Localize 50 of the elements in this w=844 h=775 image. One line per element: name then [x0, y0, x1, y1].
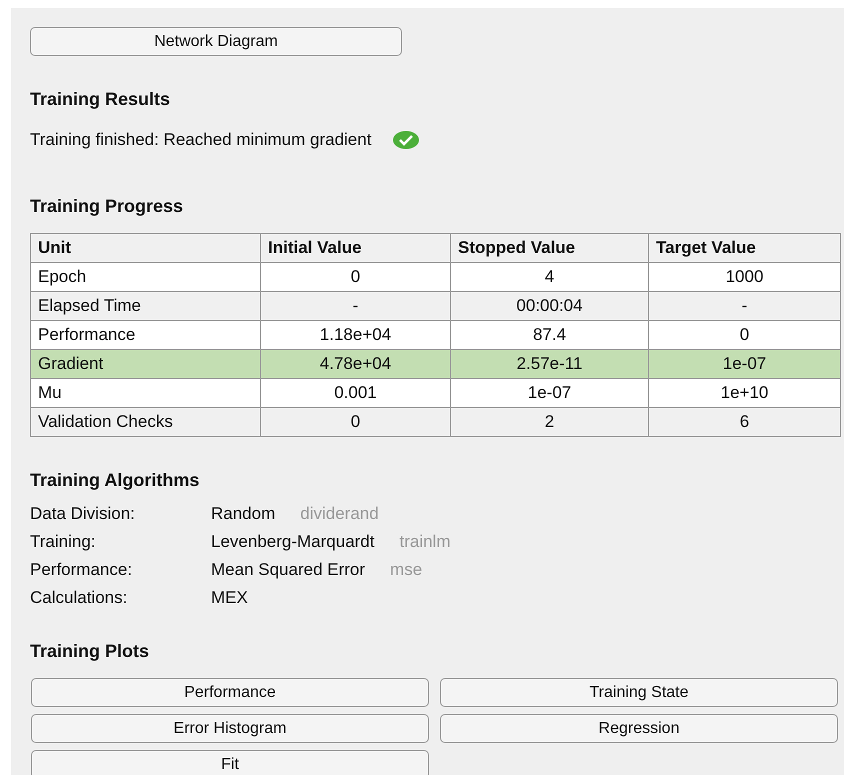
column-header: Unit: [30, 233, 260, 262]
table-cell: 1000: [648, 262, 840, 291]
table-cell: 6: [648, 407, 840, 436]
plot-button[interactable]: Error Histogram: [31, 714, 429, 742]
section-heading: Training Algorithms: [30, 468, 200, 492]
table-cell: 1e+10: [648, 378, 840, 407]
table-cell: Elapsed Time: [30, 291, 260, 320]
table-cell: 0.001: [260, 378, 450, 407]
table-cell: Validation Checks: [30, 407, 260, 436]
status-message: Training finished: Reached minimum gradient: [30, 129, 372, 151]
field-label: Calculations:: [30, 586, 128, 608]
plot-button[interactable]: Fit: [31, 750, 429, 775]
plot-button[interactable]: Performance: [31, 678, 429, 706]
table-cell: Performance: [30, 320, 260, 349]
column-header: Initial Value: [260, 233, 450, 262]
table-cell: 1e-07: [648, 349, 840, 378]
field-value: Levenberg-Marquardt: [211, 532, 374, 550]
field-label: Performance:: [30, 558, 134, 580]
field-value: Mean Squared Error: [211, 560, 366, 578]
table-cell: 00:00:04: [450, 291, 648, 320]
plot-button[interactable]: Training State: [440, 678, 838, 706]
table-cell: Mu: [30, 378, 260, 407]
section-heading: Training Progress: [30, 194, 184, 218]
column-header: Target Value: [648, 233, 840, 262]
field-value: Random: [211, 504, 276, 522]
field-value: MEX: [211, 588, 248, 606]
table-cell: Epoch: [30, 262, 260, 291]
field-label: Data Division:: [30, 502, 136, 524]
table-cell: 2.57e-11: [450, 349, 648, 378]
table-cell: 0: [648, 320, 840, 349]
table-cell: -: [648, 291, 840, 320]
table-cell: 4.78e+04: [260, 349, 450, 378]
network-diagram-button[interactable]: Network Diagram: [30, 27, 402, 56]
table-cell: 2: [450, 407, 648, 436]
function-name: trainlm: [399, 532, 450, 550]
column-header: Stopped Value: [450, 233, 648, 262]
section-heading: Training Results: [30, 88, 172, 111]
table-cell: 4: [450, 262, 648, 291]
table-cell: -: [260, 291, 450, 320]
plot-button[interactable]: Regression: [440, 714, 838, 742]
section-heading: Training Plots: [30, 640, 150, 663]
table-cell: 1.18e+04: [260, 320, 450, 349]
table-cell: 0: [260, 407, 450, 436]
table-cell: 87.4: [450, 320, 648, 349]
field-label: Training:: [30, 530, 97, 552]
table-cell: Gradient: [30, 349, 260, 378]
table-cell: 1e-07: [450, 378, 648, 407]
function-name: mse: [390, 560, 422, 578]
function-name: dividerand: [300, 504, 379, 522]
table-cell: 0: [260, 262, 450, 291]
